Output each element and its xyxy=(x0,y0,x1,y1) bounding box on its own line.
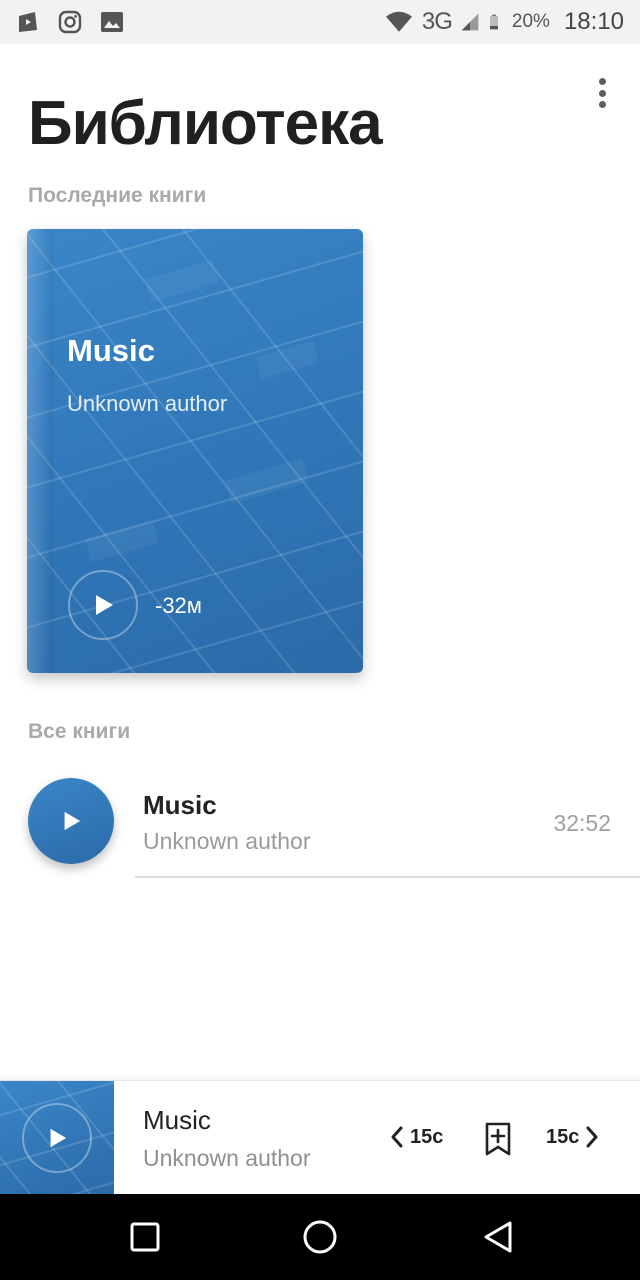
status-left xyxy=(16,10,124,34)
recent-book-remaining: -32м xyxy=(155,593,202,618)
status-right: 3G 20% 18:10 xyxy=(384,8,624,36)
add-bookmark-icon[interactable] xyxy=(483,1121,513,1157)
recent-book-card[interactable]: Music Unknown author -32м xyxy=(27,229,363,673)
signal-icon xyxy=(461,13,479,31)
status-time: 18:10 xyxy=(563,8,624,35)
menu-dot xyxy=(598,78,606,85)
mini-player[interactable]: Music Unknown author 15с 15с xyxy=(0,1080,640,1195)
recents-button[interactable] xyxy=(100,1194,190,1280)
system-nav-bar xyxy=(0,1194,640,1280)
mini-player-title: Music xyxy=(143,1105,211,1135)
gallery-icon xyxy=(101,12,123,32)
book-play-button[interactable] xyxy=(28,778,114,864)
skip-back-button[interactable]: 15с xyxy=(388,1125,443,1149)
mini-player-author: Unknown author xyxy=(143,1145,311,1171)
play-icon xyxy=(64,811,81,831)
square-icon xyxy=(130,1222,160,1252)
recent-book-title: Music xyxy=(67,333,155,368)
wifi-icon xyxy=(385,11,412,32)
battery-percent: 20% xyxy=(511,11,550,32)
mini-player-cover xyxy=(0,1081,114,1195)
back-button[interactable] xyxy=(453,1194,543,1280)
play-icon xyxy=(50,1128,67,1148)
skip-back-label: 15с xyxy=(410,1125,444,1148)
all-books-label: Все книги xyxy=(28,720,131,743)
chevron-right-icon xyxy=(586,1126,598,1148)
chevron-left-icon xyxy=(391,1126,403,1148)
recent-book-play-button[interactable] xyxy=(68,570,138,640)
home-button[interactable] xyxy=(275,1194,365,1280)
book-spine xyxy=(27,229,53,673)
book-title: Music xyxy=(143,790,217,820)
skip-forward-button[interactable]: 15с xyxy=(546,1125,601,1149)
menu-dot xyxy=(598,89,606,97)
list-divider xyxy=(135,876,640,878)
status-bar: 3G 20% 18:10 xyxy=(0,0,640,44)
page-title: Библиотека xyxy=(28,89,383,158)
book-list-item[interactable]: Music Unknown author 32:52 xyxy=(0,766,640,878)
network-type: 3G xyxy=(421,8,453,35)
instagram-icon xyxy=(58,10,82,34)
circle-icon xyxy=(303,1220,337,1254)
skip-forward-label: 15с xyxy=(546,1125,580,1148)
book-author: Unknown author xyxy=(143,828,311,854)
book-duration: 32:52 xyxy=(553,810,611,836)
recent-book-author: Unknown author xyxy=(67,391,228,416)
app-notification-icon xyxy=(19,12,37,32)
triangle-back-icon xyxy=(484,1221,512,1253)
menu-dot xyxy=(598,101,606,108)
recent-books-label: Последние книги xyxy=(28,184,207,207)
mini-player-play-button[interactable] xyxy=(22,1103,92,1173)
more-vert-icon[interactable] xyxy=(590,76,614,110)
play-icon xyxy=(96,595,113,615)
battery-icon xyxy=(489,14,498,30)
